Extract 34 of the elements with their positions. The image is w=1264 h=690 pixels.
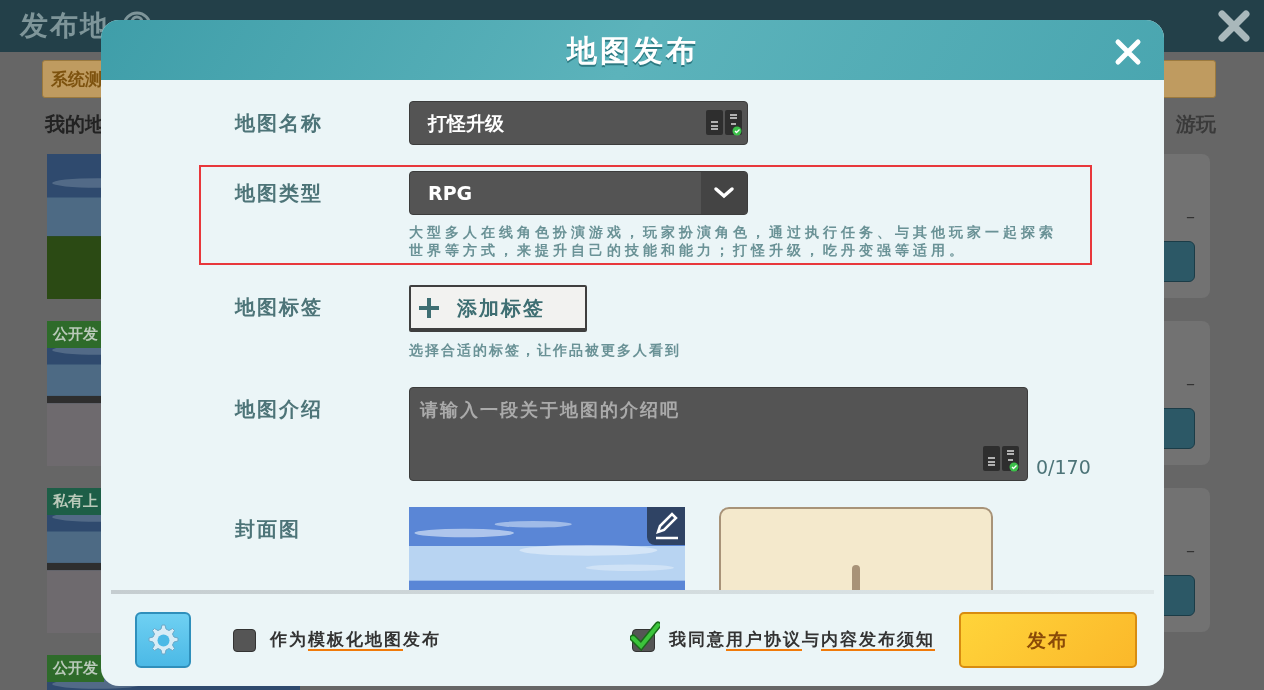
close-icon[interactable] xyxy=(1218,10,1250,42)
status-label: 公开发 xyxy=(47,321,104,348)
checkbox[interactable] xyxy=(233,628,256,652)
field-label: 封面图 xyxy=(235,516,302,543)
field-label: 地图类型 xyxy=(235,180,324,207)
add-tag-button[interactable]: 添加标签 xyxy=(409,285,587,332)
type-dropdown[interactable]: RPG xyxy=(409,171,748,215)
description-field[interactable]: 请输入一段关于地图的介绍吧 xyxy=(409,387,1028,481)
field-value: 打怪升级 xyxy=(428,110,504,136)
tag-hint: 选择合适的标签，让作品被更多人看到 xyxy=(409,341,681,360)
book-icon[interactable] xyxy=(705,109,743,137)
card-value: – xyxy=(1186,204,1195,228)
link[interactable]: 用户协议 xyxy=(726,629,802,652)
settings-button[interactable] xyxy=(135,612,191,668)
field-label: 地图标签 xyxy=(235,294,324,321)
status-label: 公开发 xyxy=(47,655,104,682)
chevron-down-icon xyxy=(713,186,735,200)
link[interactable]: 内容发布须知 xyxy=(821,629,935,652)
option-label: 作为模板化地图发布 xyxy=(270,628,441,653)
edit-button[interactable] xyxy=(647,507,685,545)
plus-icon xyxy=(417,295,441,320)
status-label: 私有上 xyxy=(47,488,104,515)
type-description: 大型多人在线角色扮演游戏，玩家扮演角色，通过执行任务、与其他玩家一起探索世界等方式，来提升自己的技能和能力；打怪升级，吃丹变强等适用。 xyxy=(409,223,1058,259)
publish-button[interactable]: 发布 xyxy=(959,612,1137,668)
card-value: – xyxy=(1186,538,1195,562)
option-label: 我同意用户协议与内容发布须知 xyxy=(669,628,935,653)
character-counter: 0/170 xyxy=(1036,454,1091,480)
book-icon[interactable] xyxy=(982,445,1020,473)
link[interactable]: 模板化地图 xyxy=(308,629,403,652)
field-label: 地图介绍 xyxy=(235,396,324,423)
check-icon xyxy=(630,620,660,651)
field-label: 地图名称 xyxy=(235,110,324,137)
name-field[interactable]: 打怪升级 xyxy=(409,101,748,145)
card-value: – xyxy=(1186,371,1195,395)
